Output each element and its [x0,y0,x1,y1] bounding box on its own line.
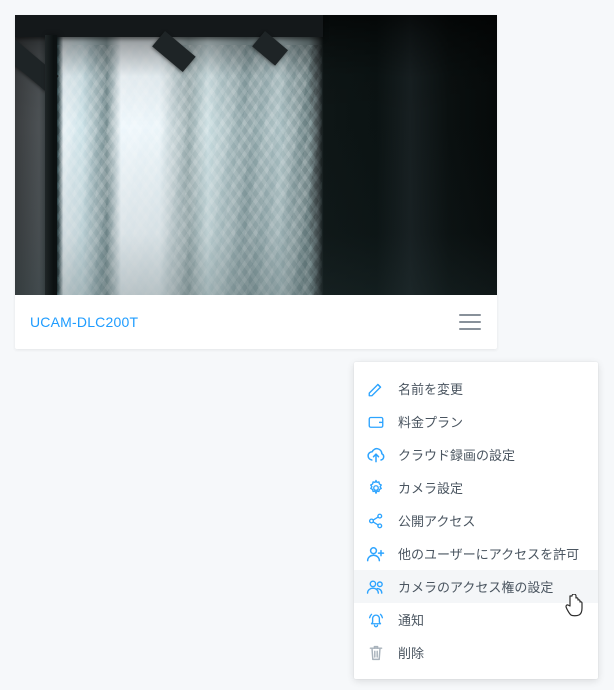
camera-preview[interactable] [15,15,497,295]
context-menu: 名前を変更料金プランクラウド録画の設定カメラ設定公開アクセス他のユーザーにアクセ… [354,362,598,679]
menu-item-label: 他のユーザーにアクセスを許可 [398,544,579,563]
menu-item-cloud-rec[interactable]: クラウド録画の設定 [354,438,598,471]
menu-item-label: カメラ設定 [398,478,463,497]
menu-item-label: 公開アクセス [398,511,475,530]
wallet-icon [366,412,386,432]
camera-card-footer: UCAM-DLC200T [15,295,497,349]
hamburger-icon [459,314,481,316]
menu-item-delete[interactable]: 削除 [354,636,598,669]
gear-icon [366,478,386,498]
cloud-upload-icon [366,445,386,465]
menu-item-label: 料金プラン [398,412,463,431]
camera-name-link[interactable]: UCAM-DLC200T [30,314,138,330]
share-icon [366,511,386,531]
menu-item-access-rights[interactable]: カメラのアクセス権の設定 [354,570,598,603]
user-plus-icon [366,544,386,564]
menu-item-notifications[interactable]: 通知 [354,603,598,636]
menu-item-camera-set[interactable]: カメラ設定 [354,471,598,504]
menu-item-grant-access[interactable]: 他のユーザーにアクセスを許可 [354,537,598,570]
menu-item-label: 名前を変更 [398,379,463,398]
bell-icon [366,610,386,630]
camera-card: UCAM-DLC200T [15,15,497,349]
trash-icon [366,643,386,663]
menu-item-public-access[interactable]: 公開アクセス [354,504,598,537]
menu-item-label: 削除 [398,643,424,662]
menu-item-label: 通知 [398,610,424,629]
menu-item-pricing[interactable]: 料金プラン [354,405,598,438]
menu-item-label: カメラのアクセス権の設定 [398,577,553,596]
pencil-icon [366,379,386,399]
menu-button[interactable] [459,312,481,332]
menu-item-rename[interactable]: 名前を変更 [354,372,598,405]
users-icon [366,577,386,597]
menu-item-label: クラウド録画の設定 [398,445,515,464]
